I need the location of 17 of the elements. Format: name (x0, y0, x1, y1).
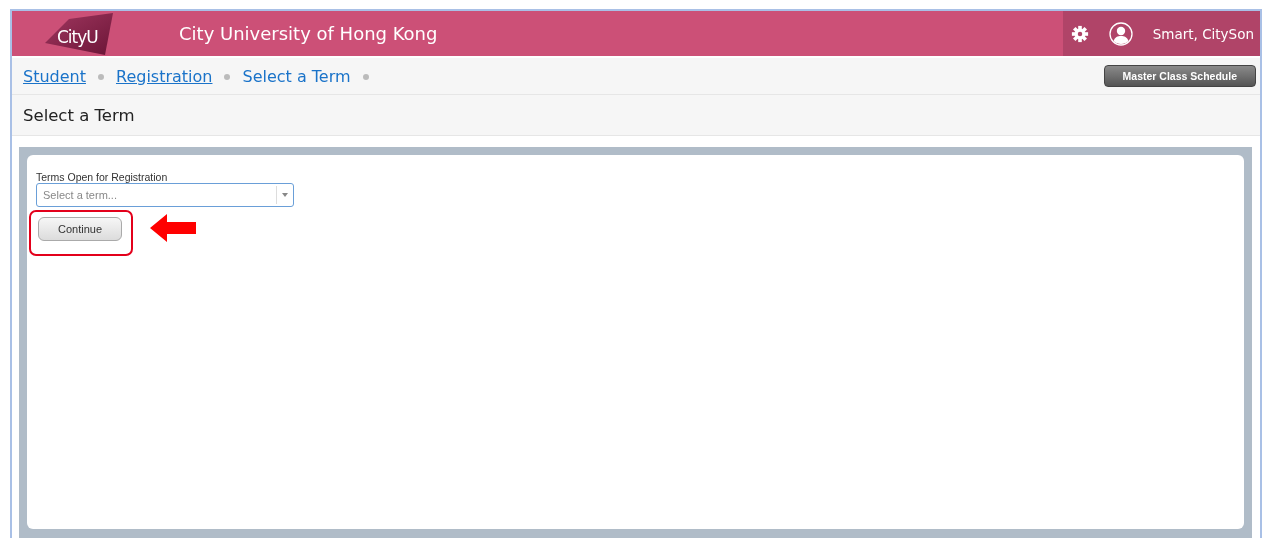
separator-dot (98, 74, 104, 80)
continue-button[interactable]: Continue (38, 217, 122, 241)
page-title: Select a Term (23, 105, 135, 125)
separator-dot (224, 74, 231, 80)
breadcrumb-current: Select a Term (242, 66, 351, 86)
site-title: City University of Hong Kong (179, 23, 438, 44)
term-dropdown[interactable]: Select a term... (36, 183, 294, 207)
settings-icon[interactable] (1070, 24, 1089, 43)
user-name[interactable]: Smart, CitySon (1152, 25, 1254, 42)
avatar-icon[interactable] (1108, 21, 1133, 46)
field-label: Terms Open for Registration (36, 171, 168, 183)
logo: CityU (45, 12, 115, 55)
master-schedule-button[interactable]: Master Class Schedule (1103, 65, 1256, 87)
arrow-icon (150, 214, 196, 242)
breadcrumb-link[interactable]: Registration (116, 66, 213, 86)
breadcrumb-link[interactable]: Student (23, 66, 86, 86)
separator-dot (362, 74, 369, 80)
